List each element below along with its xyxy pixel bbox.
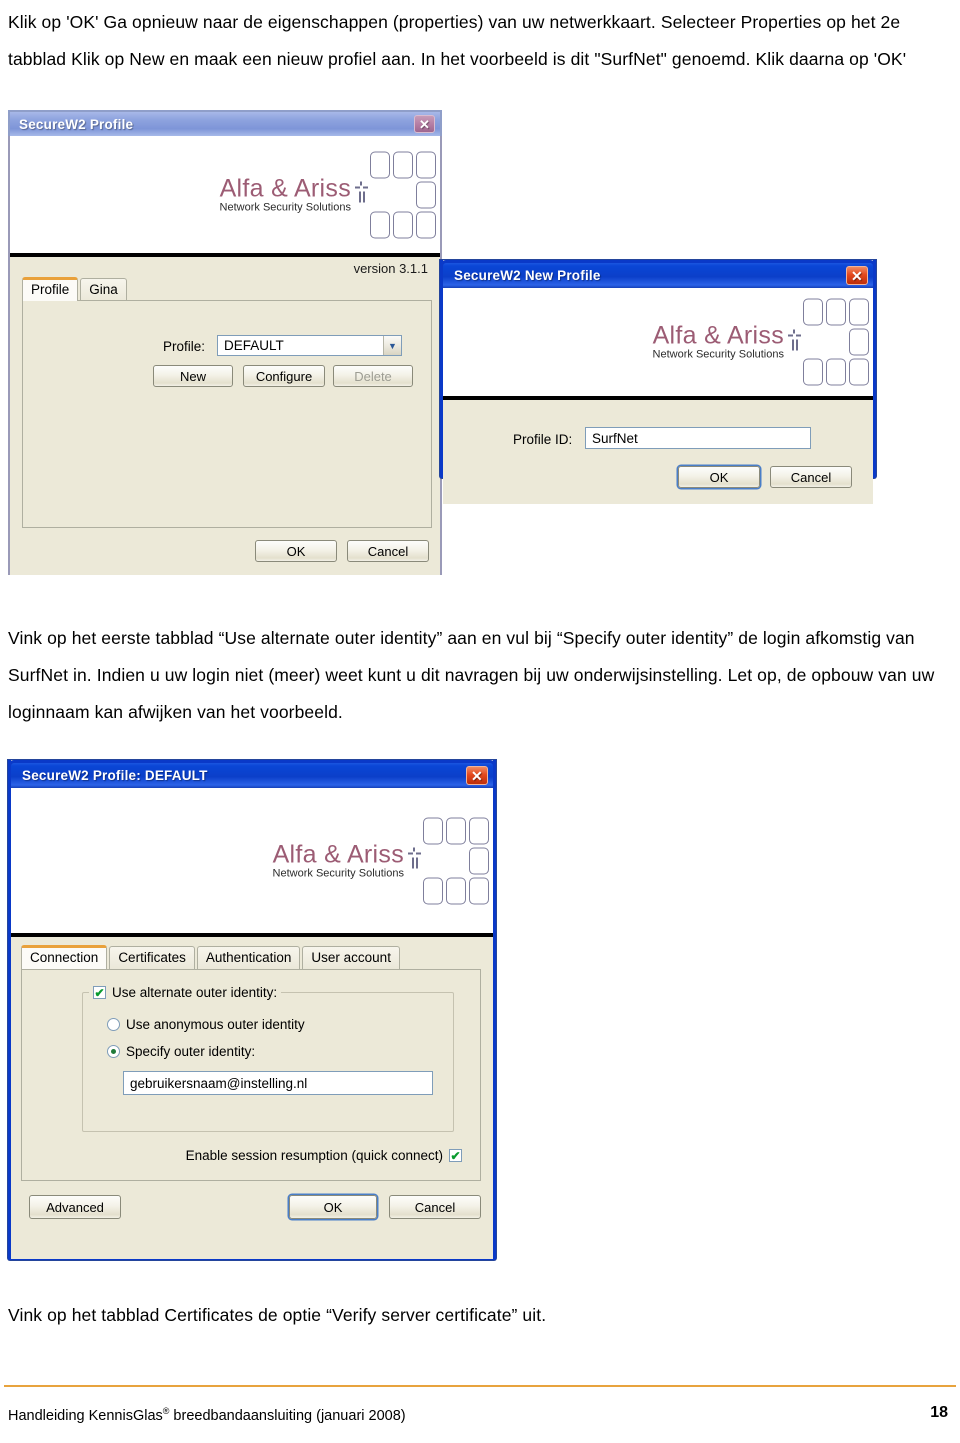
profile-window-title: SecureW2 Profile — [19, 116, 134, 132]
session-resumption-label: Enable session resumption (quick connect… — [185, 1148, 443, 1163]
footer-text-after: breedbandaansluiting (januari 2008) — [169, 1407, 406, 1424]
logo-title: Alfa & Ariss — [652, 321, 784, 350]
use-alternate-outer-identity-checkbox-row[interactable]: ✔ Use alternate outer identity: — [89, 985, 282, 1000]
session-resumption-checkbox[interactable]: ✔ — [449, 1149, 462, 1162]
tab-certificates[interactable]: Certificates — [109, 946, 195, 969]
securew2-profile-window[interactable]: SecureW2 Profile ✕ Alfa & Ariss Network … — [8, 110, 442, 575]
profile-window-client-area: version 3.1.1 Profile Gina Profile: DEFA… — [10, 257, 440, 575]
profile-default-tabstrip[interactable]: Connection Certificates Authentication U… — [21, 945, 400, 969]
delete-button: Delete — [333, 365, 413, 387]
chevron-down-icon[interactable]: ▼ — [383, 336, 401, 355]
use-alternate-outer-identity-checkbox[interactable]: ✔ — [93, 986, 106, 999]
new-profile-logo-banner: Alfa & Ariss Network Security Solutions — [443, 288, 873, 400]
radio-anonymous-outer-identity[interactable] — [107, 1018, 120, 1031]
footer-page-number: 18 — [930, 1404, 948, 1421]
logo-title: Alfa & Ariss — [272, 840, 404, 868]
logo-grid-icon — [423, 817, 489, 904]
profile-default-cancel-button[interactable]: Cancel — [389, 1195, 481, 1219]
profile-combobox[interactable]: DEFAULT ▼ — [217, 335, 402, 356]
new-profile-ok-button[interactable]: OK — [678, 466, 760, 488]
logo-mark-icon — [788, 322, 801, 362]
footer-text: Handleiding KennisGlas® breedbandaanslui… — [8, 1406, 406, 1424]
profile-cancel-button[interactable]: Cancel — [347, 540, 429, 562]
footer-text-before: Handleiding KennisGlas — [8, 1407, 163, 1424]
profile-default-client-area: Connection Certificates Authentication U… — [11, 937, 493, 1259]
footer-divider — [4, 1385, 956, 1387]
profile-window-tabstrip[interactable]: Profile Gina — [22, 277, 127, 301]
alfa-ariss-logo: Alfa & Ariss Network Security Solutions — [220, 151, 436, 238]
new-button[interactable]: New — [153, 365, 233, 387]
intro-paragraph: Klik op 'OK' Ga opnieuw naar de eigensch… — [8, 12, 907, 69]
securew2-new-profile-window[interactable]: SecureW2 New Profile ✕ Alfa & Ariss Netw… — [440, 260, 876, 504]
logo-subtitle: Network Security Solutions — [652, 348, 784, 361]
profile-window-logo-banner: Alfa & Ariss Network Security Solutions — [10, 136, 440, 257]
radio-specify-outer-identity-label: Specify outer identity: — [126, 1044, 256, 1059]
tab-user-account[interactable]: User account — [302, 946, 400, 969]
profile-field-label: Profile: — [163, 339, 206, 354]
radio-anonymous-outer-identity-label: Use anonymous outer identity — [126, 1017, 305, 1032]
profile-default-titlebar[interactable]: SecureW2 Profile: DEFAULT ✕ — [8, 760, 496, 788]
alfa-ariss-logo: Alfa & Ariss Network Security Solutions — [273, 817, 489, 904]
new-profile-window-titlebar[interactable]: SecureW2 New Profile ✕ — [440, 260, 876, 288]
profile-default-title: SecureW2 Profile: DEFAULT — [22, 768, 208, 783]
tab-connection[interactable]: Connection — [21, 945, 108, 969]
profile-id-label: Profile ID: — [513, 432, 573, 447]
profile-default-ok-button[interactable]: OK — [289, 1195, 377, 1219]
radio-specify-outer-identity-row[interactable]: Specify outer identity: — [107, 1044, 255, 1059]
use-alternate-outer-identity-label: Use alternate outer identity: — [112, 985, 278, 1000]
logo-subtitle: Network Security Solutions — [272, 867, 404, 879]
tab-gina[interactable]: Gina — [80, 278, 127, 301]
connection-tab-page: ✔ Use alternate outer identity: Use anon… — [21, 969, 481, 1181]
close-icon[interactable]: ✕ — [466, 766, 488, 785]
use-alternate-outer-identity-group: ✔ Use alternate outer identity: Use anon… — [82, 985, 454, 1132]
logo-text-block: Alfa & Ariss Network Security Solutions — [653, 323, 788, 362]
profile-select-row: Profile: — [163, 339, 205, 354]
session-resumption-row[interactable]: Enable session resumption (quick connect… — [186, 1148, 462, 1163]
logo-mark-icon — [355, 175, 368, 215]
profile-window-titlebar[interactable]: SecureW2 Profile ✕ — [8, 110, 442, 136]
profile-tab-page: Profile: DEFAULT ▼ New Configure Delete — [22, 300, 432, 528]
tab-authentication[interactable]: Authentication — [196, 946, 301, 969]
alfa-ariss-logo: Alfa & Ariss Network Security Solutions — [653, 298, 869, 386]
advanced-button[interactable]: Advanced — [29, 1195, 121, 1219]
logo-subtitle: Network Security Solutions — [219, 201, 351, 213]
outer-identity-input[interactable]: gebruikersnaam@instelling.nl — [123, 1071, 433, 1095]
logo-text-block: Alfa & Ariss Network Security Solutions — [273, 841, 408, 880]
logo-grid-icon — [803, 298, 869, 386]
radio-anonymous-outer-identity-row[interactable]: Use anonymous outer identity — [107, 1017, 305, 1032]
new-profile-client-area: Profile ID: SurfNet OK Cancel — [443, 400, 873, 504]
logo-mark-icon — [408, 841, 421, 881]
new-profile-cancel-button[interactable]: Cancel — [770, 466, 852, 488]
profile-ok-button[interactable]: OK — [255, 540, 337, 562]
profile-combobox-value: DEFAULT — [224, 338, 284, 353]
instructions-paragraph: Vink op het eerste tabblad “Use alternat… — [8, 628, 935, 722]
configure-button[interactable]: Configure — [243, 365, 325, 387]
close-icon[interactable]: ✕ — [846, 266, 868, 285]
new-profile-window-title: SecureW2 New Profile — [454, 268, 601, 283]
profile-id-input[interactable]: SurfNet — [585, 427, 811, 449]
close-icon[interactable]: ✕ — [414, 115, 435, 133]
profile-default-logo-banner: Alfa & Ariss Network Security Solutions — [11, 788, 493, 937]
logo-grid-icon — [370, 151, 436, 238]
closing-paragraph: Vink op het tabblad Certificates de opti… — [8, 1305, 547, 1325]
version-label: version 3.1.1 — [353, 261, 428, 276]
tab-profile[interactable]: Profile — [22, 277, 79, 301]
logo-title: Alfa & Ariss — [219, 174, 351, 202]
logo-text-block: Alfa & Ariss Network Security Solutions — [220, 175, 355, 214]
securew2-profile-default-window[interactable]: SecureW2 Profile: DEFAULT ✕ Alfa & Ariss… — [8, 760, 496, 1260]
radio-specify-outer-identity[interactable] — [107, 1045, 120, 1058]
